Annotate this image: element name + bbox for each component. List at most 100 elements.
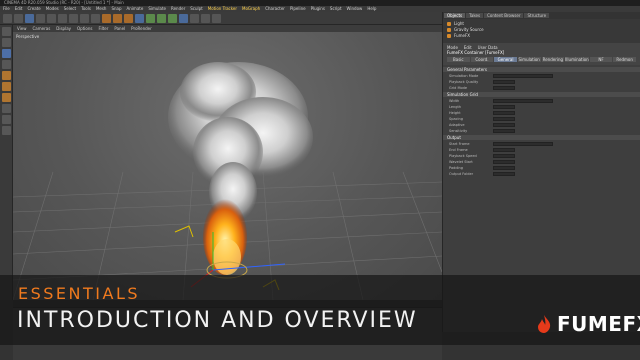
object-list-item[interactable]: FumeFX	[447, 33, 636, 39]
tab-structure[interactable]: Structure	[524, 13, 550, 18]
deformer-icon[interactable]	[179, 14, 188, 23]
viewport-menu-options[interactable]: Options	[77, 25, 92, 32]
object-type-icon	[447, 28, 451, 32]
viewport-menu-filter[interactable]: Filter	[98, 25, 108, 32]
axis-y-icon[interactable]	[80, 14, 89, 23]
array-icon[interactable]	[168, 14, 177, 23]
attribute-row: Grid Mode	[443, 85, 640, 90]
attribute-value-field[interactable]	[493, 85, 515, 90]
attribute-section-title[interactable]: General Parameters	[443, 67, 640, 72]
attribute-value-field[interactable]	[493, 171, 515, 176]
render-icon[interactable]	[113, 14, 122, 23]
app-window: CINEMA 4D R20.059 Studio (RC - R20) - [U…	[0, 0, 640, 360]
select-icon[interactable]	[25, 14, 34, 23]
rotate-icon[interactable]	[58, 14, 67, 23]
make-editable-icon[interactable]	[2, 27, 11, 36]
model-mode-icon[interactable]	[2, 38, 11, 47]
attribute-label: Sensitivity	[449, 128, 468, 133]
attribute-label: Width	[449, 98, 460, 103]
object-name: FumeFX	[454, 33, 471, 38]
undo-icon[interactable]	[3, 14, 12, 23]
attribute-value-field[interactable]	[493, 128, 515, 133]
attribute-value-field[interactable]	[493, 165, 515, 170]
subtab-general[interactable]: General	[494, 57, 517, 62]
attribute-label: Grid Mode	[449, 85, 467, 90]
attribute-label: Padding	[449, 165, 463, 170]
attribute-value-field[interactable]	[493, 110, 515, 115]
render-view-icon[interactable]	[102, 14, 111, 23]
attribute-row: Simulation Mode	[443, 73, 640, 78]
attribute-subtabs: Basic Coord. General Simulation Rendering Ill…	[447, 57, 636, 62]
axis-z-icon[interactable]	[91, 14, 100, 23]
object-type-icon	[447, 34, 451, 38]
tab-objects[interactable]: Objects	[444, 13, 466, 18]
left-toolbar	[0, 25, 13, 300]
attribute-section-title[interactable]: Output	[443, 135, 640, 140]
subtab-basic[interactable]: Basic	[447, 57, 470, 62]
attribute-row: Height	[443, 110, 640, 115]
attribute-value-field[interactable]	[493, 153, 515, 158]
viewport-menu-panel[interactable]: Panel	[114, 25, 125, 32]
attribute-row: Padding	[443, 165, 640, 170]
attribute-value-field[interactable]	[493, 147, 515, 152]
attribute-label: Wavelet Start	[449, 159, 473, 164]
attribute-row: Wavelet Start	[443, 159, 640, 164]
subtab-rendering[interactable]: Rendering	[541, 57, 565, 62]
attribute-row: End Frame	[443, 147, 640, 152]
main-toolbar	[0, 12, 442, 25]
attribute-value-field[interactable]	[493, 98, 553, 103]
attribute-value-field[interactable]	[493, 79, 515, 84]
lesson-title: INTRODUCTION AND OVERVIEW	[17, 308, 418, 333]
attribute-label: Adaptive	[449, 122, 465, 127]
attribute-row: Adaptive	[443, 122, 640, 127]
smoke-plume	[168, 62, 313, 222]
attribute-object-title: FumeFX Container [FumeFX]	[447, 50, 505, 55]
locked-workplane-icon[interactable]	[2, 126, 11, 135]
attribute-label: Playback Quality	[449, 79, 479, 84]
attribute-row: Width	[443, 98, 640, 103]
cube-icon[interactable]	[135, 14, 144, 23]
viewport-menu-display[interactable]: Display	[56, 25, 71, 32]
nurbs-icon[interactable]	[157, 14, 166, 23]
attribute-value-field[interactable]	[493, 73, 553, 78]
workplane-icon[interactable]	[2, 60, 11, 69]
viewport-menu-cameras[interactable]: Cameras	[33, 25, 51, 32]
attribute-row: Playback Speed	[443, 153, 640, 158]
attribute-section-title[interactable]: Simulation Grid	[443, 92, 640, 97]
attribute-value-field[interactable]	[493, 122, 515, 127]
subtab-nf[interactable]: NF	[589, 57, 613, 62]
viewport-menu-prorender[interactable]: ProRender	[131, 25, 152, 32]
viewport-menubar: View Cameras Display Options Filter Panel ProR…	[13, 25, 442, 32]
scale-icon[interactable]	[47, 14, 56, 23]
snap-icon[interactable]	[2, 115, 11, 124]
points-mode-icon[interactable]	[2, 71, 11, 80]
attribute-value-field[interactable]	[493, 159, 515, 164]
scene-icon[interactable]	[190, 14, 199, 23]
attribute-label: Simulation Mode	[449, 73, 479, 78]
axis-x-icon[interactable]	[69, 14, 78, 23]
camera-icon[interactable]	[201, 14, 210, 23]
attribute-value-field[interactable]	[493, 104, 515, 109]
3d-viewport[interactable]: Perspective	[13, 32, 442, 300]
subtab-illumination[interactable]: Illumination	[565, 57, 589, 62]
render-settings-icon[interactable]	[124, 14, 133, 23]
enable-axis-icon[interactable]	[2, 104, 11, 113]
texture-mode-icon[interactable]	[2, 49, 11, 58]
attribute-value-field[interactable]	[493, 141, 553, 146]
tab-takes[interactable]: Takes	[466, 13, 484, 18]
attribute-row: Length	[443, 104, 640, 109]
move-icon[interactable]	[36, 14, 45, 23]
polygons-mode-icon[interactable]	[2, 93, 11, 102]
subtab-redmon[interactable]: Redmon	[613, 57, 636, 62]
subtab-coord[interactable]: Coord.	[470, 57, 494, 62]
tab-content-browser[interactable]: Content Browser	[484, 13, 524, 18]
object-list: Light Gravity Source FumeFX	[443, 19, 640, 43]
attribute-row: Output Folder	[443, 171, 640, 176]
redo-icon[interactable]	[14, 14, 23, 23]
spline-icon[interactable]	[146, 14, 155, 23]
subtab-simulation[interactable]: Simulation	[517, 57, 541, 62]
attribute-value-field[interactable]	[493, 116, 515, 121]
light-icon[interactable]	[212, 14, 221, 23]
edges-mode-icon[interactable]	[2, 82, 11, 91]
viewport-menu-view[interactable]: View	[17, 25, 27, 32]
